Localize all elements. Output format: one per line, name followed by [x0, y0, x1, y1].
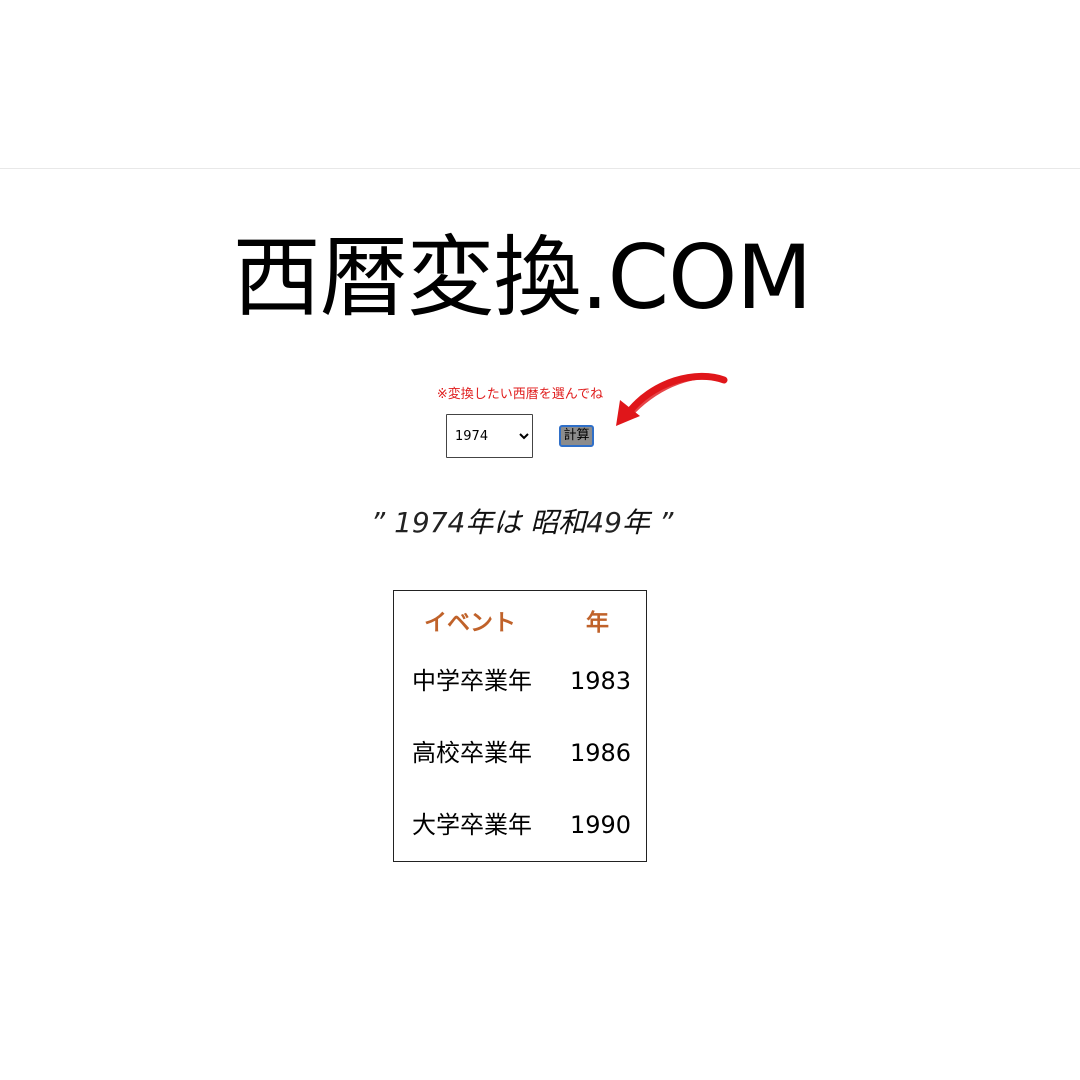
table-header-event: イベント — [424, 610, 516, 636]
result-year: 1974 — [394, 506, 466, 539]
table-row: 大学卒業年 1990 — [394, 805, 646, 845]
table-header-year: 年 — [586, 610, 609, 636]
table-cell-year: 1983 — [570, 667, 632, 695]
result-close-quote: ” — [658, 506, 674, 539]
table-row: 中学卒業年 1983 — [394, 661, 646, 701]
result-open-quote: ” — [370, 506, 386, 539]
curved-arrow-icon — [616, 372, 728, 426]
table-cell-year: 1990 — [570, 811, 632, 839]
page: 西暦変換.COM ※変換したい西暦を選んでね 1974 計算 ” 1974年は … — [0, 0, 1080, 1080]
table-cell-year: 1986 — [570, 739, 632, 767]
table-cell-event: 中学卒業年 — [412, 667, 532, 695]
result-year-suffix: 年は — [465, 506, 522, 539]
table-cell-event: 高校卒業年 — [412, 739, 532, 767]
result-era-suffix: 年 — [621, 506, 650, 539]
conversion-result: ” 1974年は 昭和49年 ” — [0, 502, 1044, 544]
result-era-year: 49 — [586, 506, 622, 539]
events-table: イベント 年 中学卒業年 1983 高校卒業年 1986 大学卒業年 1990 — [393, 590, 647, 862]
header-divider — [0, 168, 1080, 169]
site-title: 西暦変換.COM — [232, 226, 813, 329]
table-cell-event: 大学卒業年 — [412, 811, 532, 839]
result-era-name: 昭和 — [530, 506, 587, 539]
calculate-button[interactable]: 計算 — [559, 425, 594, 447]
table-row: 高校卒業年 1986 — [394, 733, 646, 773]
year-select[interactable]: 1974 — [446, 414, 533, 458]
